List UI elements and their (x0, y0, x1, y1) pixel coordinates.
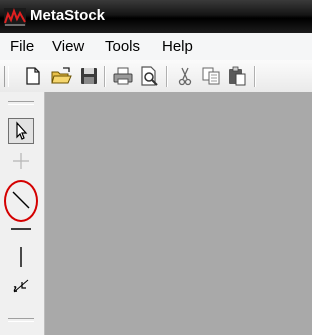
vertical-line-tool-button[interactable] (8, 244, 34, 270)
crosshair-tool-button[interactable] (8, 148, 34, 174)
print-icon[interactable] (112, 65, 134, 87)
toolbar-grip[interactable] (4, 66, 9, 87)
open-folder-icon[interactable] (50, 65, 72, 87)
vertical-line-icon (20, 247, 22, 267)
text-annotation-tool-button[interactable] (8, 274, 34, 300)
menu-tools[interactable]: Tools (105, 38, 140, 55)
highlight-circle-annotation (4, 180, 38, 222)
print-preview-icon[interactable] (138, 65, 160, 87)
standard-toolbar (0, 60, 312, 93)
metastock-window: MetaStock File View Tools Help (0, 0, 312, 335)
new-document-icon[interactable] (22, 65, 44, 87)
menu-help[interactable]: Help (162, 38, 193, 55)
title-bar: MetaStock (0, 0, 312, 33)
window-title: MetaStock (30, 7, 106, 24)
drawing-toolbar (0, 92, 45, 335)
paste-icon[interactable] (226, 65, 248, 87)
copy-icon[interactable] (200, 65, 222, 87)
menu-file[interactable]: File (10, 38, 34, 55)
toolbar-separator (104, 66, 105, 87)
metastock-app-icon (4, 8, 26, 26)
crosshair-icon (13, 153, 29, 169)
menu-view[interactable]: View (52, 38, 84, 55)
chart-workspace[interactable] (45, 92, 312, 335)
toolbar-separator (166, 66, 167, 87)
drawing-toolbar-grip-bottom (8, 318, 34, 322)
text-annotation-icon (13, 279, 29, 293)
save-icon[interactable] (78, 65, 100, 87)
cut-icon[interactable] (174, 65, 196, 87)
pointer-tool-button[interactable] (8, 118, 34, 144)
drawing-toolbar-grip[interactable] (8, 101, 34, 105)
toolbar-separator (254, 66, 255, 87)
pointer-icon (16, 121, 28, 140)
menu-bar: File View Tools Help (0, 33, 312, 61)
